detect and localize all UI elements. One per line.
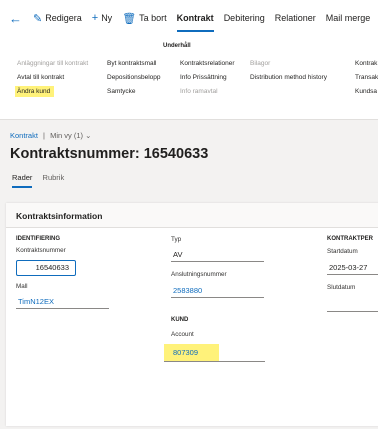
breadcrumb-separator: | [43,131,45,140]
tab-mail-merge[interactable]: Mail merge [321,0,376,36]
tab-relationer[interactable]: Relationer [270,0,321,36]
ribbon-column-2: Byt kontraktsmall Depositionsbelopp Samt… [107,57,160,99]
template-field[interactable]: TimN12EX [16,295,109,309]
start-date-field[interactable]: 2025-03-27 [327,261,378,275]
command-bar: ← ✎ Redigera + Ny 🗑 Ta bort Kontrakt Deb… [0,0,378,36]
ribbon: ← ✎ Redigera + Ny 🗑 Ta bort Kontrakt Deb… [0,0,378,120]
connection-number-field[interactable]: 2583880 [171,284,264,298]
template-label: Mall [16,283,28,290]
type-field[interactable]: AV [171,248,264,262]
subtabs: Rader Rubrik [12,173,72,188]
ribbon-column-4: Bilagor Distribution method history [250,57,327,85]
view-selector-label: Min vy (1) [50,131,83,140]
pencil-icon: ✎ [33,12,43,25]
ribbon-item-samtycke[interactable]: Samtycke [107,85,160,99]
ribbon-item-info-prissattning[interactable]: Info Prissättning [180,71,235,85]
ribbon-column-1: Anläggningar till kontrakt Avtal till ko… [15,57,88,99]
plus-icon: + [91,12,99,24]
contract-info-card: Kontraktsinformation IDENTIFIERING Kontr… [6,203,378,426]
new-label: Ny [101,13,113,23]
tab-debitering[interactable]: Debitering [219,0,270,36]
ribbon-column-3: Kontraktsrelationer Info Prissättning In… [180,57,235,99]
account-field[interactable]: 807309 [164,344,219,362]
account-field-underline [219,361,265,362]
ribbon-item-depositionsbelopp[interactable]: Depositionsbelopp [107,71,160,85]
card-title[interactable]: Kontraktsinformation [6,203,378,228]
back-arrow-icon[interactable]: ← [0,0,28,36]
tab-rader[interactable]: Rader [12,173,33,188]
section-identification: IDENTIFIERING [16,236,61,242]
breadcrumb: Kontrakt | Min vy (1) ⌄ [10,131,91,140]
ribbon-item-avtal[interactable]: Avtal till kontrakt [17,71,88,85]
ribbon-item-kontraktsrelationer[interactable]: Kontraktsrelationer [180,57,235,71]
chevron-down-icon: ⌄ [85,131,92,140]
ribbon-item-info-ramavtal[interactable]: Info ramavtal [180,85,235,99]
ribbon-item-anlaggningar[interactable]: Anläggningar till kontrakt [17,57,88,71]
end-date-label: Slutdatum [327,284,356,291]
ribbon-group-title: Underhåll [163,43,191,49]
page-title: Kontraktsnummer: 16540633 [10,146,209,162]
ribbon-column-5: Kontrak Transak Kundsa [355,57,378,99]
section-contract-period: KONTRAKTPER [327,236,373,242]
ribbon-item-andra-kund[interactable]: Ändra kund [15,86,55,97]
connection-number-label: Anslutningsnummer [171,271,227,278]
ribbon-item-bilagor[interactable]: Bilagor [250,57,327,71]
edit-label: Redigera [45,13,82,23]
section-customer: KUND [171,317,189,323]
contract-number-field[interactable]: 16540633 [16,260,76,276]
ribbon-item-kontrak[interactable]: Kontrak [355,57,378,71]
new-button[interactable]: + Ny [87,0,117,36]
delete-label: Ta bort [139,13,167,23]
view-selector[interactable]: Min vy (1) ⌄ [50,131,91,140]
account-label: Account [171,331,194,338]
ribbon-item-byt-kontraktsmall[interactable]: Byt kontraktsmall [107,57,160,71]
ribbon-item-distribution-history[interactable]: Distribution method history [250,71,327,85]
contract-number-label: Kontraktsnummer [16,247,66,254]
tab-rubrik[interactable]: Rubrik [43,173,65,186]
start-date-label: Startdatum [327,248,358,255]
ribbon-item-transak[interactable]: Transak [355,71,378,85]
trash-icon: 🗑 [122,12,137,25]
delete-button[interactable]: 🗑 Ta bort [117,0,171,36]
end-date-field[interactable] [327,298,378,312]
edit-button[interactable]: ✎ Redigera [28,0,87,36]
tab-kontrakt[interactable]: Kontrakt [172,0,219,36]
breadcrumb-root[interactable]: Kontrakt [10,131,38,140]
ribbon-item-kundsa[interactable]: Kundsa [355,85,378,99]
type-label: Typ [171,236,182,243]
